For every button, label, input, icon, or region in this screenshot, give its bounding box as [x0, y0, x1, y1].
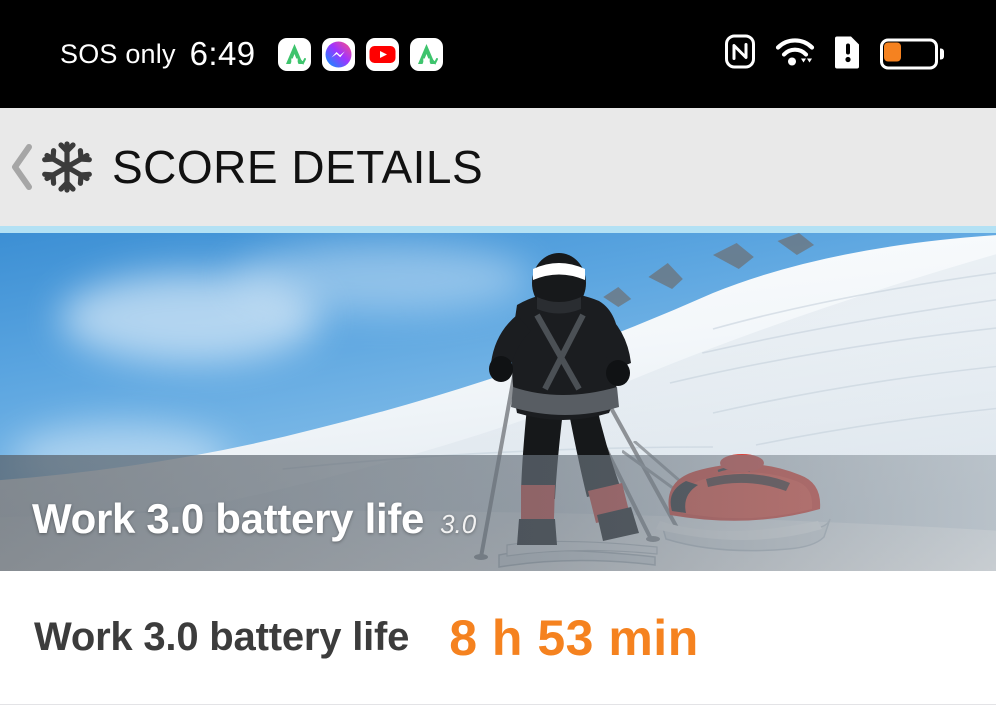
hero-image: Work 3.0 battery life 3.0	[0, 233, 996, 571]
result-label: Work 3.0 battery life	[34, 615, 410, 659]
snowflake-icon	[38, 138, 96, 196]
app-header: SCORE DETAILS	[0, 108, 996, 226]
page-title: SCORE DETAILS	[112, 141, 484, 193]
youtube-icon	[366, 37, 400, 71]
aptoide-icon	[410, 37, 444, 71]
score-result-row: Work 3.0 battery life 8 h 53 min	[0, 571, 996, 705]
score-details-screen: SOS only 6:49 SCORE DETAILS Work 3.0 bat…	[0, 0, 996, 720]
status-bar-right	[725, 34, 944, 74]
hero-caption-title: Work 3.0 battery life	[32, 495, 425, 542]
hero-caption: Work 3.0 battery life 3.0	[32, 495, 476, 543]
bottom-strip	[0, 706, 996, 720]
back-button[interactable]	[8, 138, 36, 196]
messenger-icon	[322, 37, 356, 71]
battery-icon	[880, 38, 944, 70]
hero-caption-version: 3.0	[440, 509, 477, 539]
clock-label: 6:49	[189, 35, 256, 72]
notification-icons	[278, 37, 444, 71]
result-value: 8 h 53 min	[449, 609, 699, 666]
sim-alert-icon	[835, 35, 861, 74]
status-bar-left: SOS only 6:49	[60, 35, 444, 73]
header-accent-line	[0, 226, 996, 233]
status-bar: SOS only 6:49	[0, 0, 996, 108]
nfc-icon	[725, 34, 755, 74]
carrier-label: SOS only	[60, 38, 176, 69]
aptoide-icon	[278, 37, 312, 71]
wifi-icon	[774, 36, 816, 73]
